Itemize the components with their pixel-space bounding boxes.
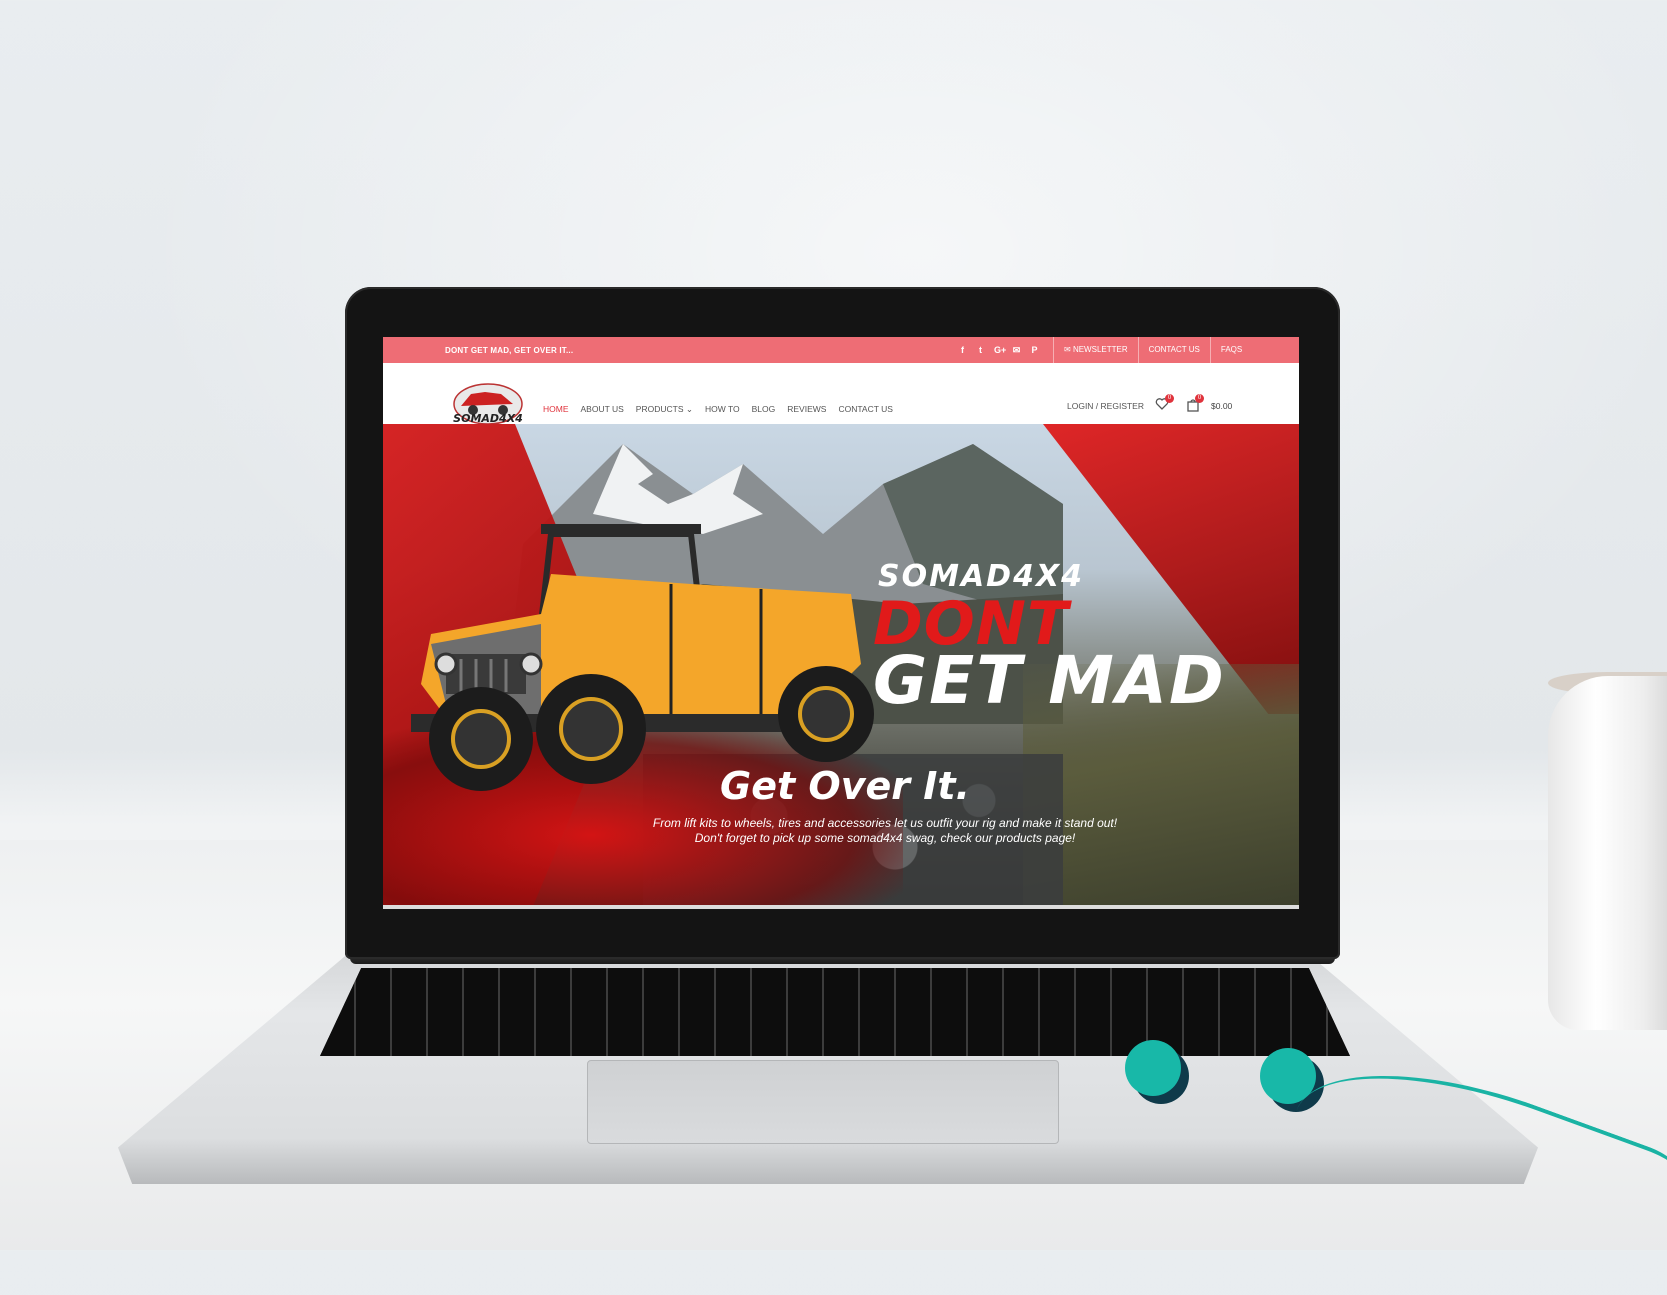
- main-nav: HOME ABOUT US PRODUCTS ⌄ HOW TO BLOG REV…: [543, 404, 893, 415]
- earbud-left: [1125, 1040, 1181, 1096]
- email-icon[interactable]: ✉: [1012, 345, 1021, 356]
- hero-banner: SOMAD4X4 DONT GET MAD Get Over It. From …: [383, 424, 1299, 909]
- hero-description-line-1: From lift kits to wheels, tires and acce…: [652, 816, 1118, 830]
- top-contact-link[interactable]: CONTACT US: [1137, 337, 1210, 363]
- top-bar-tagline: DONT GET MAD, GET OVER IT...: [445, 346, 574, 355]
- google-plus-icon[interactable]: G+: [994, 345, 1006, 356]
- nav-products[interactable]: PRODUCTS ⌄: [636, 404, 693, 415]
- faqs-link[interactable]: FAQS: [1209, 337, 1252, 363]
- coffee-cup: [1548, 676, 1667, 1030]
- hero-headline-get-mad: GET MAD: [873, 642, 1226, 719]
- nav-blog[interactable]: BLOG: [752, 404, 776, 415]
- facebook-icon[interactable]: f: [958, 345, 967, 356]
- nav-reviews[interactable]: REVIEWS: [787, 404, 826, 415]
- nav-home[interactable]: HOME: [543, 404, 569, 415]
- newsletter-label: NEWSLETTER: [1072, 345, 1128, 354]
- top-bar: DONT GET MAD, GET OVER IT... f t G+ ✉ P …: [383, 337, 1299, 363]
- laptop-trackpad: [587, 1060, 1059, 1144]
- pinterest-icon[interactable]: P: [1030, 345, 1039, 356]
- social-links: f t G+ ✉ P: [958, 345, 1039, 356]
- nav-contact-us[interactable]: CONTACT US: [838, 404, 892, 415]
- jeep-image: [411, 524, 874, 791]
- twitter-icon[interactable]: t: [976, 345, 985, 356]
- top-bar-links: ✉ NEWSLETTER CONTACT US FAQS: [1053, 337, 1252, 363]
- laptop-screen: DONT GET MAD, GET OVER IT... f t G+ ✉ P …: [383, 337, 1299, 909]
- nav-about-us[interactable]: ABOUT US: [581, 404, 624, 415]
- cart-total[interactable]: $0.00: [1211, 401, 1232, 411]
- hero-subtitle: Get Over It.: [720, 764, 970, 808]
- nav-how-to[interactable]: HOW TO: [705, 404, 740, 415]
- envelope-icon: ✉: [1064, 345, 1073, 354]
- site-header: SOMAD4X4 DONT GET MAD, GET OVER IT HOME …: [383, 363, 1299, 436]
- laptop-keyboard: [320, 968, 1350, 1056]
- login-register-link[interactable]: LOGIN / REGISTER: [1067, 401, 1144, 411]
- hero-description: From lift kits to wheels, tires and acce…: [383, 816, 1299, 846]
- screen-bottom-edge: [383, 905, 1299, 909]
- wishlist-count-badge: 0: [1165, 394, 1174, 403]
- newsletter-link[interactable]: ✉ NEWSLETTER: [1053, 337, 1138, 363]
- hero-description-line-2: Don't forget to pick up some somad4x4 sw…: [694, 831, 1076, 845]
- cart-count-badge: 0: [1195, 394, 1204, 403]
